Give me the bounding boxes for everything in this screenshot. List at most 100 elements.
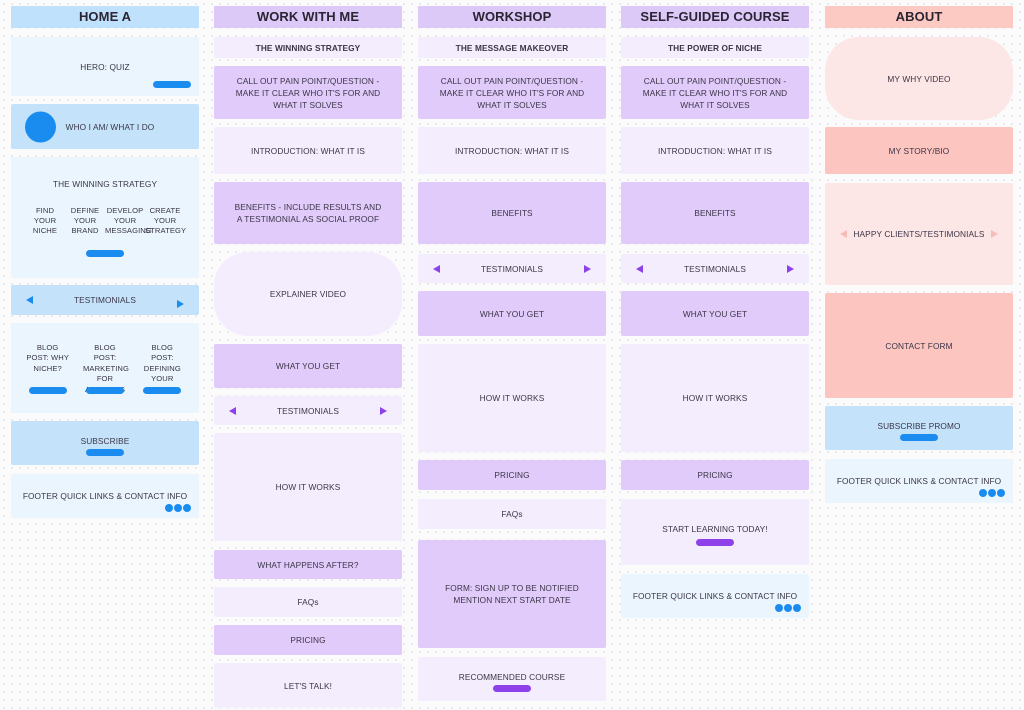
social-icons <box>775 604 801 612</box>
read-button[interactable] <box>85 386 124 394</box>
faqs-block[interactable]: FAQs <box>214 587 402 617</box>
arrow-left-icon[interactable] <box>636 264 643 273</box>
blog-post-title: BLOG POST: DEFINING YOUR BRAND <box>143 342 181 394</box>
callout-block[interactable]: CALL OUT PAIN POINT/QUESTION - MAKE IT C… <box>214 66 402 119</box>
signup-form-block[interactable]: FORM: SIGN UP TO BE NOTIFIED MENTION NEX… <box>418 540 606 648</box>
social-icon[interactable] <box>174 504 182 512</box>
how-it-works-block[interactable]: HOW IT WORKS <box>621 344 809 452</box>
arrow-right-icon[interactable] <box>787 264 794 273</box>
callout-block[interactable]: CALL OUT PAIN POINT/QUESTION - MAKE IT C… <box>621 66 809 119</box>
column-header: ABOUT <box>825 6 1013 28</box>
who-i-am-block[interactable]: WHO I AM/ WHAT I DO <box>11 104 199 149</box>
subscribe-promo-block[interactable]: SUBSCRIBE PROMO <box>825 406 1013 450</box>
block-label: RECOMMENDED COURSE <box>458 671 566 682</box>
read-button[interactable] <box>28 386 67 394</box>
blog-post-title: BLOG POST: MARKETING FOR ADVISORS <box>82 342 130 394</box>
pricing-block[interactable]: PRICING <box>418 460 606 490</box>
column-header: SELF-GUIDED COURSE <box>621 6 809 28</box>
block-label: SUBSCRIBE <box>80 435 130 446</box>
strategy-step: CREATE YOUR STRATEGY <box>145 206 187 235</box>
benefits-block[interactable]: BENEFITS - INCLUDE RESULTS AND A TESTIMO… <box>214 182 402 244</box>
blog-posts-block[interactable]: BLOG POST: WHY NICHE? BLOG POST: MARKETI… <box>11 323 199 413</box>
faqs-block[interactable]: FAQs <box>418 499 606 529</box>
cta-button[interactable] <box>493 684 531 692</box>
strategy-step: FIND YOUR NICHE <box>32 206 58 235</box>
what-you-get-block[interactable]: WHAT YOU GET <box>214 344 402 388</box>
arrow-right-icon[interactable] <box>177 299 184 308</box>
subscribe-button[interactable] <box>86 448 124 456</box>
story-bio-block[interactable]: MY STORY/BIO <box>825 127 1013 174</box>
block-label: FOOTER QUICK LINKS & CONTACT INFO <box>836 476 1002 486</box>
social-icon[interactable] <box>988 489 996 497</box>
social-icon[interactable] <box>784 604 792 612</box>
callout-block[interactable]: CALL OUT PAIN POINT/QUESTION - MAKE IT C… <box>418 66 606 119</box>
introduction-block[interactable]: INTRODUCTION: WHAT IT IS <box>214 127 402 174</box>
blog-post[interactable]: BLOG POST: DEFINING YOUR BRAND <box>134 343 191 394</box>
column-self-guided-course: SELF-GUIDED COURSE THE POWER OF NICHE CA… <box>621 0 809 710</box>
introduction-block[interactable]: INTRODUCTION: WHAT IT IS <box>418 127 606 174</box>
contact-form-block[interactable]: CONTACT FORM <box>825 293 1013 398</box>
cta-button[interactable] <box>696 538 734 546</box>
column-about: ABOUT MY WHY VIDEO MY STORY/BIO HAPPY CL… <box>825 0 1013 710</box>
blog-post-list: BLOG POST: WHY NICHE? BLOG POST: MARKETI… <box>19 343 191 394</box>
cta-button[interactable] <box>86 250 124 257</box>
testimonials-carousel[interactable]: TESTIMONIALS <box>621 254 809 283</box>
column-workshop: WORKSHOP THE MESSAGE MAKEOVER CALL OUT P… <box>418 0 606 710</box>
winning-strategy-block[interactable]: THE WINNING STRATEGY FIND YOUR NICHE DEF… <box>11 157 199 278</box>
what-you-get-block[interactable]: WHAT YOU GET <box>418 291 606 336</box>
testimonials-carousel[interactable]: TESTIMONIALS <box>214 396 402 425</box>
cta-button[interactable] <box>153 81 191 88</box>
footer-block[interactable]: FOOTER QUICK LINKS & CONTACT INFO <box>825 459 1013 503</box>
social-icons <box>979 489 1005 497</box>
arrow-left-icon[interactable] <box>433 264 440 273</box>
how-it-works-block[interactable]: HOW IT WORKS <box>214 433 402 541</box>
happy-clients-carousel[interactable]: HAPPY CLIENTS/TESTIMONIALS <box>825 183 1013 285</box>
pricing-block[interactable]: PRICING <box>621 460 809 490</box>
testimonials-carousel[interactable]: TESTIMONIALS <box>11 285 199 315</box>
column-work-with-me: WORK WITH ME THE WINNING STRATEGY CALL O… <box>214 0 402 710</box>
pricing-block[interactable]: PRICING <box>214 625 402 655</box>
testimonials-carousel[interactable]: TESTIMONIALS <box>418 254 606 283</box>
subtitle-block: THE WINNING STRATEGY <box>214 37 402 58</box>
social-icon[interactable] <box>165 504 173 512</box>
what-you-get-block[interactable]: WHAT YOU GET <box>621 291 809 336</box>
avatar-icon <box>25 111 56 142</box>
blog-post[interactable]: BLOG POST: MARKETING FOR ADVISORS <box>77 343 134 394</box>
recommended-course-block[interactable]: RECOMMENDED COURSE <box>418 657 606 701</box>
block-label: TESTIMONIALS <box>276 405 340 416</box>
how-it-works-block[interactable]: HOW IT WORKS <box>418 344 606 452</box>
arrow-right-icon[interactable] <box>584 264 591 273</box>
subscribe-block[interactable]: SUBSCRIBE <box>11 421 199 465</box>
benefits-block[interactable]: BENEFITS <box>418 182 606 244</box>
why-video-block[interactable]: MY WHY VIDEO <box>825 37 1013 120</box>
explainer-video-block[interactable]: EXPLAINER VIDEO <box>214 252 402 336</box>
what-happens-after-block[interactable]: WHAT HAPPENS AFTER? <box>214 550 402 579</box>
hero-quiz-block[interactable]: HERO: QUIZ <box>11 37 199 96</box>
block-label: SUBSCRIBE PROMO <box>877 420 961 431</box>
footer-block[interactable]: FOOTER QUICK LINKS & CONTACT INFO <box>621 574 809 618</box>
blog-post[interactable]: BLOG POST: WHY NICHE? <box>19 343 76 394</box>
arrow-left-icon[interactable] <box>26 296 33 304</box>
social-icon[interactable] <box>997 489 1005 497</box>
block-label: FOOTER QUICK LINKS & CONTACT INFO <box>22 491 188 501</box>
block-label: HAPPY CLIENTS/TESTIMONIALS <box>853 229 985 239</box>
subtitle-block: THE POWER OF NICHE <box>621 37 809 58</box>
lets-talk-block[interactable]: LET'S TALK! <box>214 663 402 708</box>
footer-block[interactable]: FOOTER QUICK LINKS & CONTACT INFO <box>11 474 199 518</box>
arrow-left-icon[interactable] <box>840 230 847 238</box>
social-icon[interactable] <box>775 604 783 612</box>
social-icon[interactable] <box>793 604 801 612</box>
block-label: FOOTER QUICK LINKS & CONTACT INFO <box>632 591 798 601</box>
read-button[interactable] <box>143 386 182 394</box>
arrow-right-icon[interactable] <box>991 230 998 238</box>
arrow-right-icon[interactable] <box>380 406 387 415</box>
introduction-block[interactable]: INTRODUCTION: WHAT IT IS <box>621 127 809 174</box>
block-label: TESTIMONIALS <box>683 263 747 274</box>
social-icon[interactable] <box>183 504 191 512</box>
benefits-block[interactable]: BENEFITS <box>621 182 809 244</box>
social-icon[interactable] <box>979 489 987 497</box>
start-learning-block[interactable]: START LEARNING TODAY! <box>621 499 809 565</box>
arrow-left-icon[interactable] <box>229 406 236 415</box>
form-line: FORM: SIGN UP TO BE NOTIFIED <box>445 583 579 593</box>
subscribe-button[interactable] <box>900 433 938 441</box>
